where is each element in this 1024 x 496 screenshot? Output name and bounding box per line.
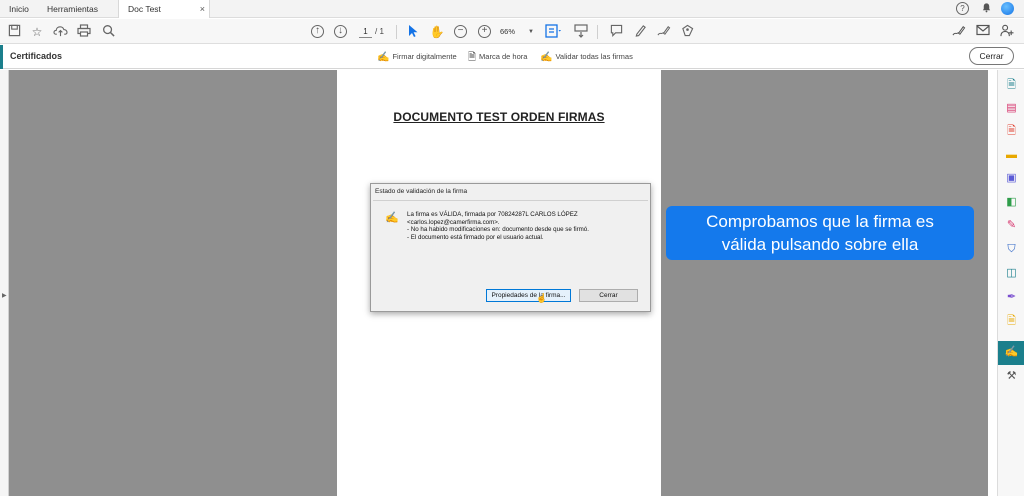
chevron-down-icon: ▼ — [528, 29, 534, 35]
prepare-form-icon[interactable]: 🗎 — [1004, 314, 1019, 329]
email-icon[interactable] — [975, 24, 991, 40]
signature-properties-button[interactable]: Propiedades de la firma... — [486, 289, 571, 302]
comment-tool-icon[interactable]: ▬ — [1004, 148, 1019, 163]
certificates-accent — [0, 45, 3, 69]
close-certificates-button[interactable]: Cerrar — [969, 47, 1014, 65]
zoom-in-icon[interactable]: + — [478, 25, 491, 38]
validate-all-button[interactable]: ✍ Validar todas las firmas — [540, 45, 633, 68]
right-tools-panel: 🗎 ▤ 🗎 ▬ ▣ ◧ ✎ ⛉ ◫ ✒ 🗎 ✍ ⚒ — [997, 70, 1024, 496]
hand-icon[interactable]: ✋ — [429, 24, 445, 40]
hand-cursor-icon: ☝ — [536, 293, 548, 303]
bell-icon[interactable] — [980, 2, 993, 15]
toolbar-divider — [396, 25, 397, 39]
find-icon[interactable] — [100, 24, 116, 40]
clock-document-icon: 🗎 — [468, 52, 477, 63]
prev-page-icon[interactable]: ↑ — [311, 25, 324, 38]
certificate-pen-icon: ✍ — [1004, 346, 1019, 358]
dialog-line: La firma es VÁLIDA, firmada por 70824287… — [407, 211, 578, 218]
next-page-icon[interactable]: ↓ — [334, 25, 347, 38]
dialog-line: - El documento está firmado por el usuar… — [407, 234, 544, 242]
timestamp-button[interactable]: 🗎 Marca de hora — [468, 45, 527, 68]
zoom-value: 66% — [500, 27, 516, 36]
callout-line-2: válida pulsando sobre ella — [721, 235, 919, 254]
instruction-callout: Comprobamos que la firma es válida pulsa… — [666, 206, 974, 260]
close-tab-icon[interactable]: × — [200, 0, 205, 18]
certificates-tool-active[interactable]: ✍ — [998, 341, 1024, 365]
left-panel-toggle[interactable]: ▶ — [0, 70, 9, 496]
toolbar-divider — [597, 25, 598, 39]
dialog-line: - No ha habido modificaciones en: docume… — [407, 226, 589, 234]
add-user-icon[interactable] — [999, 24, 1015, 40]
dialog-title: Estado de validación de la firma — [375, 188, 468, 195]
timestamp-label: Marca de hora — [479, 52, 528, 61]
page-total: / 1 — [375, 27, 384, 36]
print-icon[interactable] — [76, 24, 92, 40]
scroll-mode-icon[interactable] — [573, 24, 589, 40]
tab-home[interactable]: Inicio — [9, 0, 29, 18]
dialog-line: <carlos.lopez@camerfirma.com>. — [407, 218, 500, 226]
share-icon[interactable] — [951, 24, 967, 40]
accessibility-icon[interactable]: ◫ — [1004, 266, 1019, 281]
page-number-input[interactable]: 1 — [359, 26, 372, 38]
dialog-close-button[interactable]: Cerrar — [579, 289, 638, 302]
callout-line-1: Comprobamos que la firma es — [706, 212, 934, 231]
document-title: DOCUMENTO TEST ORDEN FIRMAS — [393, 110, 605, 124]
stamp-icon[interactable] — [679, 24, 695, 40]
zoom-select[interactable]: 66% ▼ — [500, 25, 534, 39]
protect-shield-icon[interactable]: ⛉ — [1004, 242, 1019, 257]
certificates-title: Certificados — [10, 51, 63, 61]
zoom-out-icon[interactable]: − — [454, 25, 467, 38]
upload-cloud-icon[interactable] — [52, 24, 68, 40]
sign-digitally-label: Firmar digitalmente — [392, 52, 457, 61]
validate-signature-icon: ✍ — [540, 52, 553, 63]
page-fit-icon[interactable] — [545, 24, 561, 40]
export-pdf-icon[interactable]: 🗎 — [1004, 124, 1019, 139]
scan-ocr-icon[interactable]: ▣ — [1004, 171, 1019, 186]
sign-digitally-button[interactable]: ✍ Firmar digitalmente — [377, 45, 457, 68]
organize-pages-icon[interactable]: ▤ — [1004, 101, 1019, 116]
fill-sign-icon[interactable]: ✎ — [1004, 218, 1019, 233]
select-cursor-icon[interactable] — [405, 24, 421, 40]
validate-all-label: Validar todas las firmas — [555, 52, 633, 61]
highlight-pen-icon[interactable] — [632, 24, 648, 40]
chevron-right-icon: ▶ — [2, 293, 7, 299]
bookmark-star-icon[interactable]: ☆ — [29, 24, 45, 40]
save-icon[interactable] — [6, 24, 22, 40]
valid-signature-icon: ✍ — [385, 212, 399, 224]
main-toolbar: ☆ ↑ ↓ 1 / 1 ✋ − + 66% ▼ — [0, 19, 1024, 44]
request-signature-icon[interactable]: ✒ — [1004, 290, 1019, 305]
create-pdf-icon[interactable]: 🗎 — [1004, 78, 1019, 93]
avatar[interactable] — [1001, 2, 1014, 15]
compare-icon[interactable]: ◧ — [1004, 195, 1019, 210]
tab-bar: Inicio Herramientas Doc Test FIRMADO... … — [0, 0, 1024, 32]
sign-icon[interactable] — [656, 24, 672, 40]
comment-icon[interactable] — [608, 24, 624, 40]
certificates-bar: Certificados ✍ Firmar digitalmente 🗎 Marca… — [0, 45, 1024, 69]
tab-tools[interactable]: Herramientas — [47, 0, 98, 18]
dialog-message: La firma es VÁLIDA, firmada por 70824287… — [407, 211, 642, 242]
tab-document[interactable]: Doc Test FIRMADO... × — [118, 0, 210, 32]
sign-pen-icon: ✍ — [377, 52, 390, 63]
more-tools-icon[interactable]: ⚒ — [1004, 369, 1019, 384]
help-icon[interactable]: ? — [956, 2, 969, 15]
